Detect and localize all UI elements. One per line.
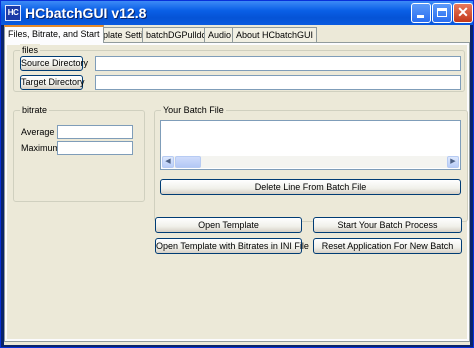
maximum-label: Maximum (21, 143, 61, 153)
target-directory-field[interactable] (95, 75, 461, 90)
scroll-right-icon[interactable]: ▶ (447, 156, 459, 168)
files-group: files Source Directory Target Directory (13, 44, 465, 92)
tab-panel-content: files Source Directory Target Directory … (7, 44, 468, 339)
bitrate-group: bitrate Average Maximum (13, 104, 145, 202)
title-bar[interactable]: HC HCbatchGUI v12.8 ✕ (1, 1, 473, 25)
window-title: HCbatchGUI v12.8 (25, 5, 147, 21)
target-directory-button[interactable]: Target Directory (20, 75, 85, 90)
close-icon: ✕ (457, 4, 469, 20)
scroll-left-icon[interactable]: ◀ (162, 156, 174, 168)
maximum-bitrate-input[interactable] (57, 141, 133, 155)
bitrate-group-title: bitrate (20, 104, 50, 116)
tab-audio[interactable]: Audio (204, 27, 236, 42)
tab-strip: Files, Bitrate, and Start Template Setti… (4, 25, 470, 43)
scroll-thumb[interactable] (175, 156, 201, 168)
minimize-icon (417, 15, 424, 18)
delete-line-button[interactable]: Delete Line From Batch File (160, 179, 461, 195)
open-template-button[interactable]: Open Template (155, 217, 302, 233)
tab-panel: files Source Directory Target Directory … (4, 42, 470, 342)
app-icon[interactable]: HC (5, 5, 21, 21)
source-directory-field[interactable] (95, 56, 461, 71)
start-batch-button[interactable]: Start Your Batch Process (313, 217, 462, 233)
tab-files-bitrate-start[interactable]: Files, Bitrate, and Start (4, 25, 104, 43)
maximize-button[interactable] (432, 3, 452, 23)
batch-file-group-title: Your Batch File (161, 104, 226, 116)
minimize-button[interactable] (411, 3, 431, 23)
open-template-bitrates-button[interactable]: Open Template with Bitrates in INI File (155, 238, 309, 254)
app-window: HC HCbatchGUI v12.8 ✕ Files, Bitrate, an… (0, 0, 474, 348)
batch-file-group: Your Batch File ◀ ▶ Delete Line From Bat… (154, 104, 468, 222)
horizontal-scrollbar[interactable]: ◀ ▶ (162, 156, 459, 168)
close-button[interactable]: ✕ (453, 3, 473, 23)
source-directory-button[interactable]: Source Directory (20, 56, 88, 71)
tab-about[interactable]: About HCbatchGUI (232, 27, 318, 42)
average-bitrate-input[interactable] (57, 125, 133, 139)
batch-file-list[interactable]: ◀ ▶ (160, 120, 461, 170)
client-area: Files, Bitrate, and Start Template Setti… (4, 25, 470, 345)
maximize-icon (437, 8, 447, 17)
reset-application-button[interactable]: Reset Application For New Batch (313, 238, 462, 254)
average-label: Average (21, 127, 55, 137)
files-group-title: files (20, 44, 41, 56)
